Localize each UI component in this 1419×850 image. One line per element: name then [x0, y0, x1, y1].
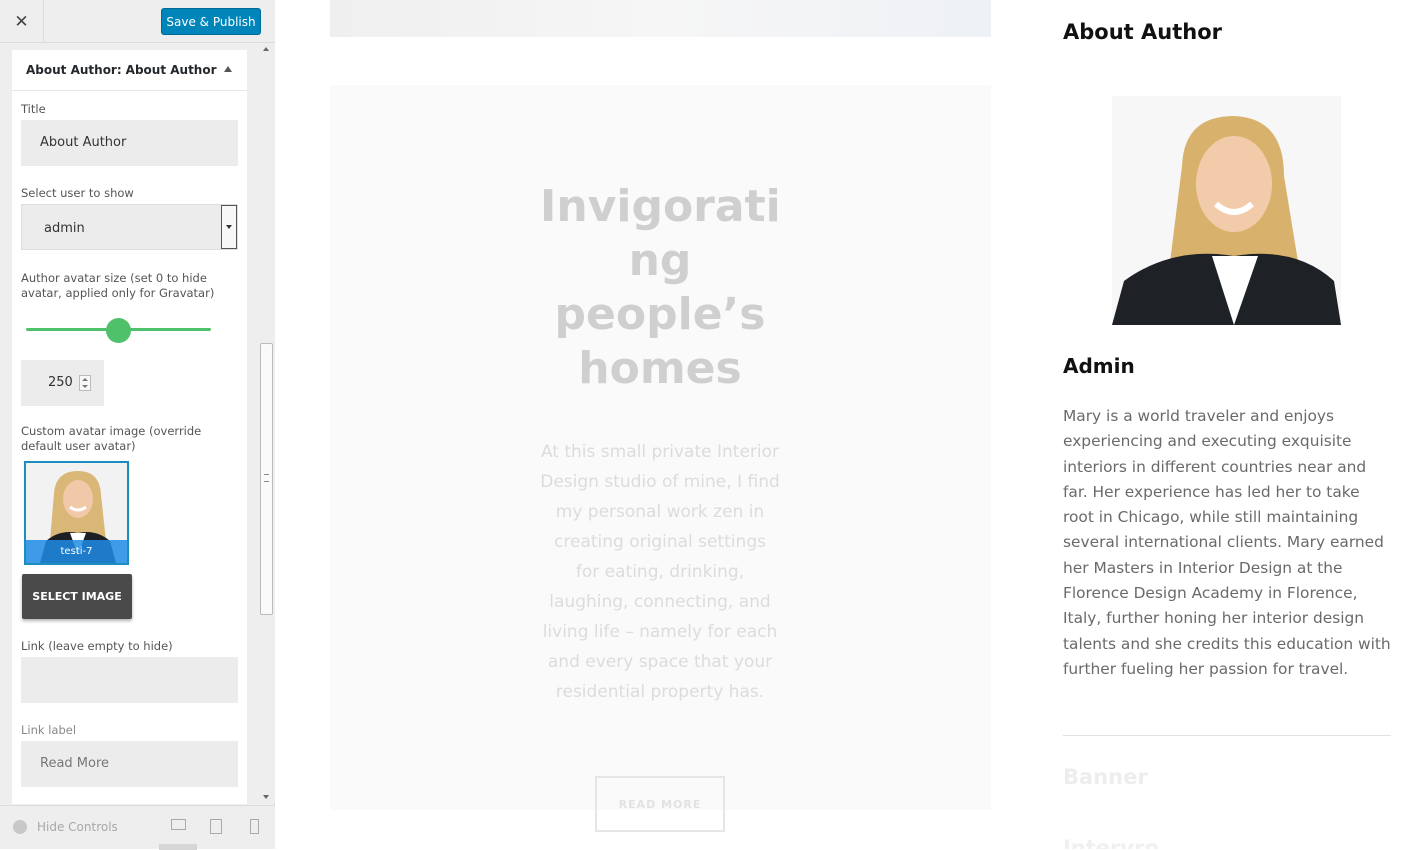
- author-avatar: [1112, 96, 1341, 325]
- title-label: Title: [21, 102, 46, 116]
- customizer-header: ✕ Save & Publish: [0, 0, 275, 43]
- author-name: Admin: [1063, 354, 1135, 378]
- user-select-value: admin: [44, 221, 85, 236]
- panel-scrollbar[interactable]: [258, 43, 275, 803]
- avatar-size-value: 250: [48, 375, 73, 390]
- grip-icon: [264, 474, 269, 482]
- desktop-icon[interactable]: [171, 819, 186, 830]
- customizer-sidebar: ✕ Save & Publish About Author: About Aut…: [0, 0, 275, 850]
- widget-divider: [1063, 735, 1391, 736]
- widget-header-prefix: About Author:: [26, 63, 122, 77]
- title-input[interactable]: About Author: [21, 120, 238, 166]
- select-image-button[interactable]: SELECT IMAGE: [22, 574, 132, 619]
- chevron-down-icon[interactable]: [221, 205, 237, 249]
- widget-panel: About Author: About Author Title About A…: [12, 50, 247, 804]
- avatar-size-input[interactable]: 250: [21, 360, 104, 406]
- user-select-label: Select user to show: [21, 186, 134, 200]
- about-author-title: About Author: [1063, 20, 1222, 44]
- next-widget-title: Intervro: [1063, 836, 1159, 849]
- avatar-size-label: Author avatar size (set 0 to hide avatar…: [21, 271, 215, 300]
- link-input[interactable]: [21, 657, 238, 703]
- widget-header[interactable]: About Author: About Author: [12, 50, 247, 91]
- read-more-button[interactable]: READ MORE: [595, 776, 725, 832]
- site-preview: Invigorati ng people’s homes At this sma…: [275, 0, 1419, 849]
- link-label: Link (leave empty to hide): [21, 639, 173, 653]
- mobile-icon[interactable]: [250, 819, 259, 834]
- link-text-input-value: Read More: [40, 756, 110, 771]
- custom-avatar-caption: testi-7: [26, 540, 127, 563]
- avatar-size-slider-handle[interactable]: [106, 318, 131, 343]
- hide-controls-button[interactable]: Hide Controls: [37, 820, 118, 834]
- hero-image: [330, 0, 991, 37]
- close-icon[interactable]: ✕: [0, 0, 44, 43]
- device-active-indicator: [159, 844, 197, 850]
- author-photo-icon: [1112, 96, 1341, 325]
- hide-controls-icon[interactable]: [13, 820, 27, 834]
- tablet-icon[interactable]: [210, 819, 222, 834]
- scroll-down-icon[interactable]: [263, 795, 269, 799]
- scroll-up-icon[interactable]: [263, 47, 269, 51]
- widget-header-title: About Author: [125, 63, 217, 77]
- collapse-arrow-icon[interactable]: [224, 66, 232, 72]
- link-text-label: Link label: [21, 723, 77, 737]
- link-text-input[interactable]: Read More: [21, 741, 238, 787]
- save-publish-button[interactable]: Save & Publish: [161, 8, 261, 35]
- intro-text: At this small private Interior Design st…: [540, 442, 780, 702]
- author-bio: Mary is a world traveler and enjoys expe…: [1063, 407, 1391, 678]
- custom-avatar-thumbnail[interactable]: testi-7: [24, 461, 129, 565]
- customizer-footer: Hide Controls: [0, 805, 275, 850]
- title-input-value: About Author: [40, 135, 127, 150]
- banner-widget-title: Banner: [1063, 765, 1148, 789]
- user-select[interactable]: admin: [21, 204, 238, 250]
- custom-avatar-label: Custom avatar image (override default us…: [21, 424, 202, 453]
- stepper-icon[interactable]: [79, 375, 91, 391]
- intro-headline: Invigorati ng people’s homes: [540, 181, 781, 394]
- scrollbar-thumb[interactable]: [260, 343, 273, 615]
